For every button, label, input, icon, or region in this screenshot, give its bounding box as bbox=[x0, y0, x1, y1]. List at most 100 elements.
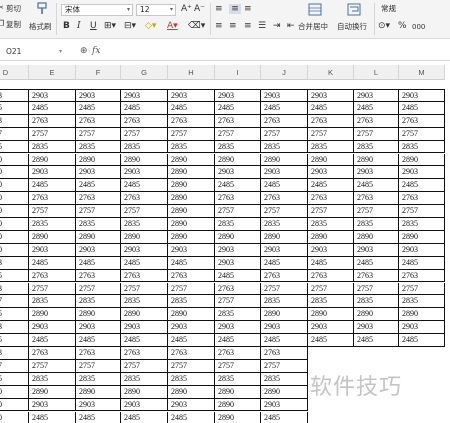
table-cell[interactable]: 2890 bbox=[0, 205, 29, 218]
table-cell[interactable]: 2757 bbox=[121, 282, 168, 296]
table-cell[interactable]: 2890 bbox=[354, 230, 399, 244]
table-cell[interactable]: 2763 bbox=[215, 114, 261, 128]
table-cell[interactable]: 2890 bbox=[0, 218, 29, 231]
format-painter-button[interactable]: 格式刷 bbox=[29, 2, 55, 36]
table-cell[interactable]: 2903 bbox=[121, 166, 168, 180]
column-header-L[interactable]: L bbox=[354, 65, 399, 80]
table-cell[interactable]: 2903 bbox=[399, 243, 445, 257]
table-cell[interactable]: 2903 bbox=[76, 243, 121, 257]
table-cell[interactable]: 2890 bbox=[168, 308, 215, 322]
table-cell[interactable]: 2763 bbox=[121, 347, 168, 360]
table-cell[interactable]: 2835 bbox=[399, 295, 445, 309]
table-cell[interactable]: 2835 bbox=[215, 308, 261, 322]
table-cell[interactable]: 2890 bbox=[76, 230, 121, 244]
table-cell[interactable]: 2903 bbox=[121, 398, 168, 412]
table-cell[interactable]: 2485 bbox=[29, 101, 76, 115]
table-cell[interactable]: 2763 bbox=[0, 114, 29, 128]
table-cell[interactable]: 2890 bbox=[168, 192, 215, 206]
table-cell[interactable]: 2835 bbox=[215, 372, 261, 386]
table-cell[interactable]: 2485 bbox=[29, 411, 76, 423]
table-cell[interactable]: 2757 bbox=[29, 282, 76, 296]
table-cell[interactable]: 2835 bbox=[168, 140, 215, 154]
table-cell[interactable]: 2903 bbox=[29, 243, 76, 257]
table-cell[interactable]: 2485 bbox=[0, 269, 29, 283]
font-name-select[interactable]: 宋体 ▾ bbox=[61, 4, 133, 16]
table-cell[interactable]: 2890 bbox=[29, 308, 76, 322]
table-cell[interactable]: 2763 bbox=[354, 192, 399, 206]
table-cell[interactable]: 2835 bbox=[76, 372, 121, 386]
table-cell[interactable]: 2757 bbox=[354, 205, 399, 218]
column-header-E[interactable]: E bbox=[29, 65, 76, 80]
table-cell[interactable]: 2757 bbox=[0, 127, 29, 141]
table-cell[interactable]: 2903 bbox=[121, 321, 168, 335]
table-cell[interactable]: 2485 bbox=[29, 256, 76, 270]
table-cell[interactable]: 2485 bbox=[76, 334, 121, 347]
table-cell[interactable]: 2903 bbox=[261, 166, 308, 180]
merge-cells-icon[interactable]: ⊟▾ bbox=[124, 21, 136, 31]
table-cell[interactable]: 2903 bbox=[76, 321, 121, 335]
table-cell[interactable]: 2485 bbox=[308, 256, 354, 270]
distributed-align-icon[interactable]: ☰ bbox=[258, 21, 266, 31]
table-cell[interactable]: 2757 bbox=[121, 127, 168, 141]
column-header-G[interactable]: G bbox=[121, 65, 168, 80]
table-cell[interactable]: 2903 bbox=[121, 243, 168, 257]
table-cell[interactable]: 2903 bbox=[29, 89, 76, 102]
table-cell[interactable]: 2835 bbox=[261, 218, 308, 231]
table-cell[interactable]: 2485 bbox=[261, 411, 308, 423]
table-cell[interactable]: 2763 bbox=[76, 114, 121, 128]
table-cell[interactable]: 2890 bbox=[29, 230, 76, 244]
table-cell[interactable]: 2890 bbox=[121, 385, 168, 399]
table-cell[interactable]: 2485 bbox=[76, 411, 121, 423]
table-cell[interactable]: 2903 bbox=[76, 89, 121, 102]
table-cell[interactable]: 2485 bbox=[399, 256, 445, 270]
table-cell[interactable]: 2903 bbox=[168, 243, 215, 257]
table-cell[interactable]: 2903 bbox=[308, 243, 354, 257]
table-cell[interactable]: 2903 bbox=[308, 89, 354, 102]
table-cell[interactable]: 2890 bbox=[121, 308, 168, 322]
table-cell[interactable]: 2903 bbox=[399, 321, 445, 335]
table-cell[interactable]: 2903 bbox=[168, 321, 215, 335]
column-header-H[interactable]: H bbox=[168, 65, 215, 80]
column-header-M[interactable]: M bbox=[399, 65, 445, 80]
table-cell[interactable]: 2890 bbox=[0, 179, 29, 193]
table-cell[interactable]: 2757 bbox=[308, 205, 354, 218]
table-cell[interactable]: 2835 bbox=[308, 218, 354, 231]
table-cell[interactable]: 2485 bbox=[399, 101, 445, 115]
column-header-K[interactable]: K bbox=[308, 65, 354, 80]
table-cell[interactable]: 2757 bbox=[215, 127, 261, 141]
fill-color-icon[interactable]: ◇▾ bbox=[145, 21, 156, 31]
table-cell[interactable]: 2763 bbox=[76, 347, 121, 360]
table-cell[interactable]: 2757 bbox=[354, 282, 399, 296]
table-cell[interactable]: 2757 bbox=[121, 205, 168, 218]
table-cell[interactable]: 2763 bbox=[215, 347, 261, 360]
table-cell[interactable]: 2757 bbox=[308, 282, 354, 296]
table-cell[interactable]: 2763 bbox=[29, 114, 76, 128]
table-cell[interactable]: 2890 bbox=[261, 230, 308, 244]
table-cell[interactable]: 2835 bbox=[121, 372, 168, 386]
table-cell[interactable]: 2835 bbox=[354, 218, 399, 231]
table-cell[interactable]: 2757 bbox=[399, 282, 445, 296]
table-cell[interactable]: 2763 bbox=[29, 192, 76, 206]
table-cell[interactable]: 2903 bbox=[308, 321, 354, 335]
table-cell[interactable]: 2485 bbox=[215, 269, 261, 283]
table-cell[interactable]: 2485 bbox=[168, 334, 215, 347]
align-top-icon[interactable]: ≡ bbox=[215, 4, 223, 14]
table-cell[interactable]: 2835 bbox=[399, 140, 445, 154]
table-cell[interactable]: 2757 bbox=[29, 205, 76, 218]
table-cell[interactable]: 2757 bbox=[215, 295, 261, 309]
table-cell[interactable]: 2903 bbox=[76, 398, 121, 412]
table-cell[interactable]: 2903 bbox=[76, 166, 121, 180]
table-cell[interactable]: 2835 bbox=[354, 140, 399, 154]
table-cell[interactable]: 2485 bbox=[261, 256, 308, 270]
table-cell[interactable]: 2485 bbox=[168, 101, 215, 115]
table-cell[interactable]: 2890 bbox=[215, 230, 261, 244]
table-cell[interactable]: 2763 bbox=[168, 114, 215, 128]
table-cell[interactable]: 2903 bbox=[215, 243, 261, 257]
table-cell[interactable]: 2890 bbox=[399, 308, 445, 322]
table-cell[interactable]: 2835 bbox=[215, 218, 261, 231]
table-cell[interactable]: 2835 bbox=[261, 140, 308, 154]
table-cell[interactable]: 2763 bbox=[29, 347, 76, 360]
table-cell[interactable]: 2903 bbox=[168, 398, 215, 412]
table-cell[interactable]: 2485 bbox=[308, 334, 354, 347]
align-left-icon[interactable]: ≡ bbox=[215, 21, 223, 31]
